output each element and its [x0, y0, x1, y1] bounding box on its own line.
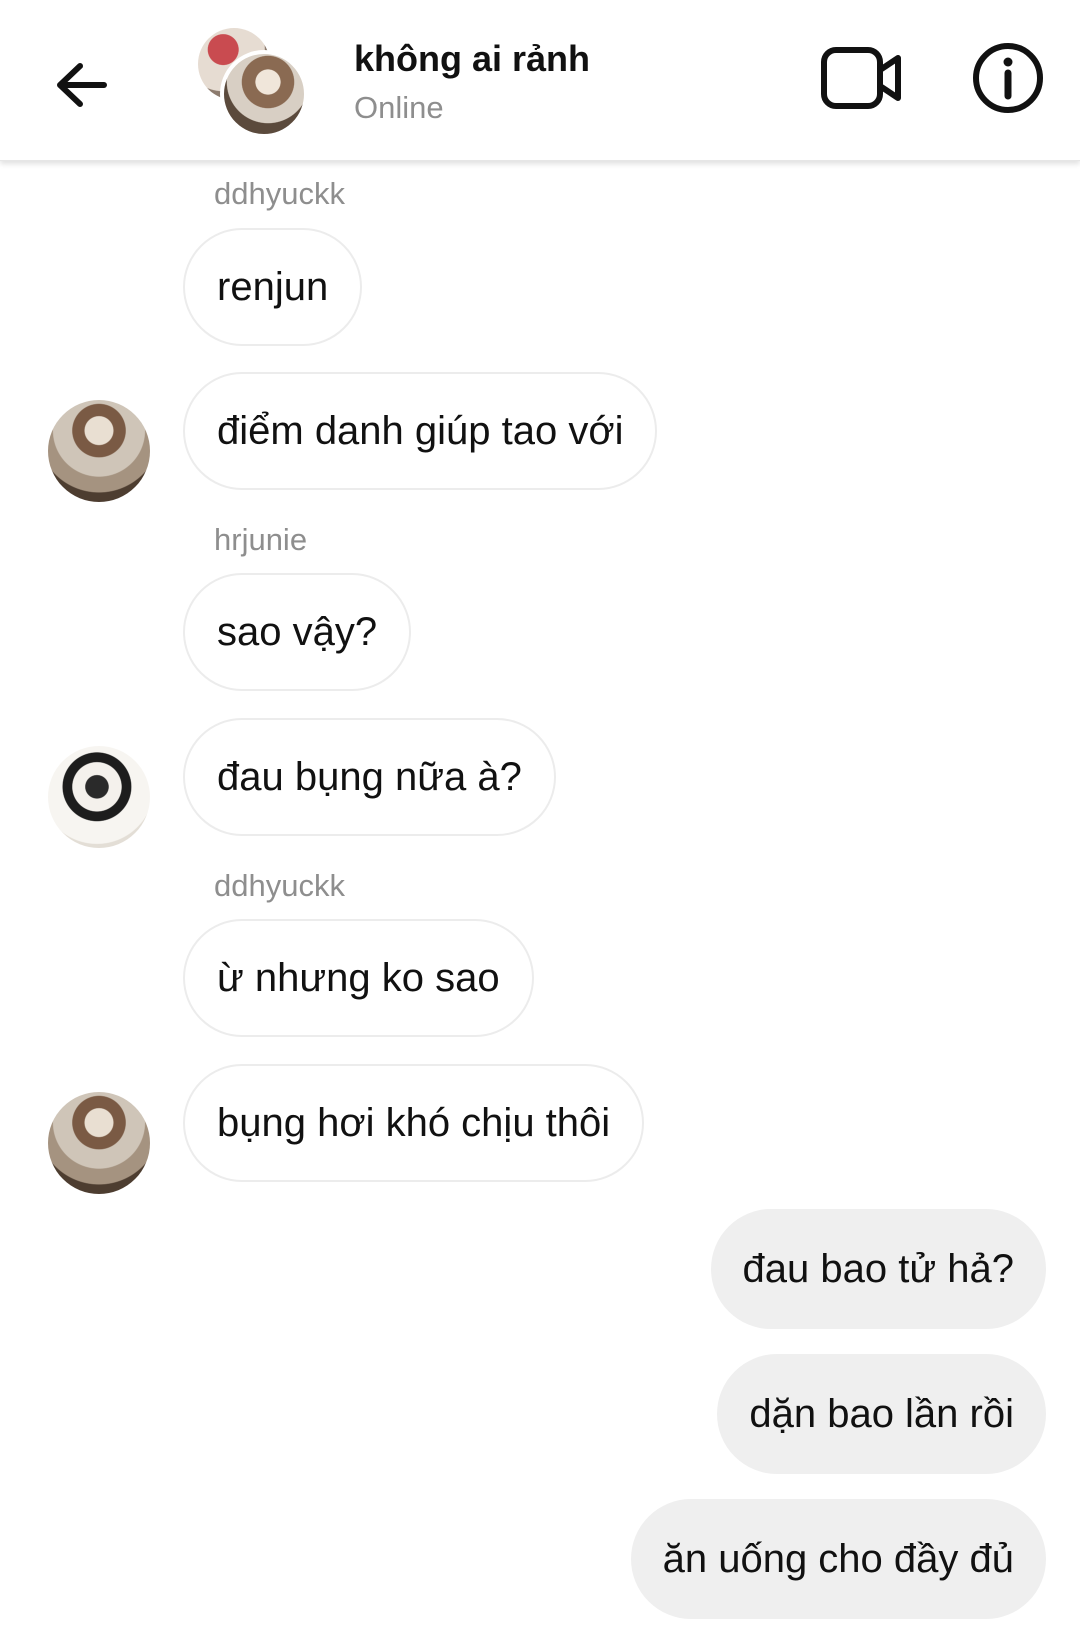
incoming-message[interactable]: renjun [183, 228, 363, 346]
sender-name: ddhyuckk [214, 176, 345, 211]
sender-name: ddhyuckk [214, 868, 345, 903]
back-button[interactable] [40, 45, 120, 125]
avatar[interactable] [48, 400, 150, 502]
online-status: Online [354, 90, 444, 125]
outgoing-message[interactable]: ăn uống cho đầy đủ [630, 1499, 1046, 1619]
arrow-left-icon [57, 63, 107, 107]
group-avatar[interactable] [198, 28, 308, 138]
incoming-message[interactable]: bụng hơi khó chịu thôi [183, 1064, 645, 1182]
outgoing-message[interactable]: đau bao tử hả? [710, 1209, 1046, 1329]
incoming-message[interactable]: ừ nhưng ko sao [183, 919, 534, 1037]
incoming-message[interactable]: đau bụng nữa à? [183, 718, 556, 836]
incoming-message[interactable]: điểm danh giúp tao với [183, 372, 658, 490]
avatar [220, 50, 308, 138]
info-button[interactable] [970, 40, 1046, 116]
chat-header: không ai rảnh Online [0, 0, 1080, 161]
incoming-message[interactable]: sao vậy? [183, 573, 412, 691]
video-camera-icon [821, 47, 901, 109]
chat-title[interactable]: không ai rảnh [354, 38, 590, 80]
avatar[interactable] [48, 746, 150, 848]
avatar[interactable] [48, 1092, 150, 1194]
outgoing-message[interactable]: dặn bao lần rồi [717, 1354, 1046, 1474]
sender-name: hrjunie [214, 522, 308, 557]
info-icon [973, 43, 1043, 113]
video-call-button[interactable] [818, 40, 904, 116]
